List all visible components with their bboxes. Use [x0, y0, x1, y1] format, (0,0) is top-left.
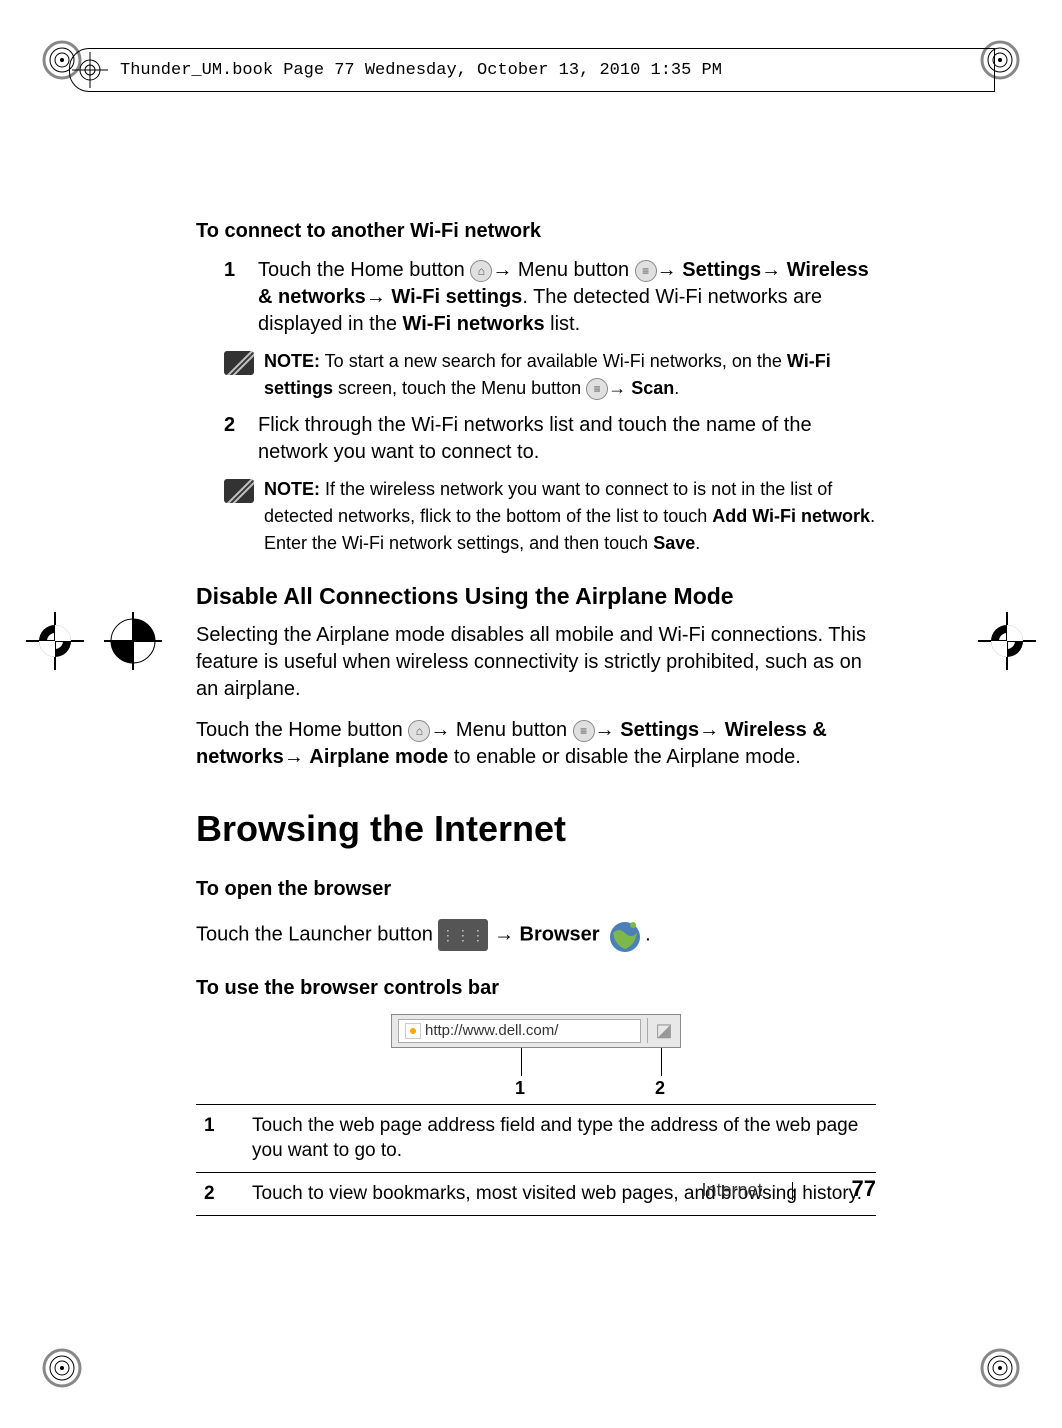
- step-2: 2 Flick through the Wi-Fi networks list …: [196, 412, 876, 466]
- url-text: http://www.dell.com/: [425, 1021, 558, 1041]
- callout-2: 2: [655, 1076, 665, 1100]
- launcher-button-icon: [438, 919, 488, 951]
- registration-mark-icon: [26, 612, 84, 670]
- registration-mark-icon: [978, 612, 1036, 670]
- note-icon: [224, 351, 254, 375]
- table-text: Touch the web page address field and typ…: [252, 1113, 876, 1164]
- url-address-field: http://www.dell.com/: [398, 1019, 641, 1043]
- paragraph: Touch the Launcher button → Browser .: [196, 915, 876, 955]
- print-header-text: Thunder_UM.book Page 77 Wednesday, Octob…: [120, 61, 722, 80]
- page-footer: Internet 77: [196, 1176, 876, 1202]
- menu-button-icon: ≡: [586, 378, 608, 400]
- paragraph: Selecting the Airplane mode disables all…: [196, 622, 876, 703]
- browser-globe-icon: [605, 915, 645, 955]
- heading-browser-controls: To use the browser controls bar: [196, 975, 876, 1002]
- registration-target-icon: [42, 1348, 82, 1388]
- step-number: 2: [224, 412, 258, 466]
- table-number: 1: [196, 1113, 252, 1164]
- favicon-icon: [405, 1023, 421, 1039]
- heading-airplane-mode: Disable All Connections Using the Airpla…: [196, 581, 876, 612]
- header-target-icon: [72, 52, 108, 88]
- step-1: 1 Touch the Home button ⌂→ Menu button ≡…: [196, 257, 876, 338]
- paragraph: Touch the Home button ⌂→ Menu button ≡→ …: [196, 717, 876, 771]
- note-icon: [224, 479, 254, 503]
- heading-browsing-internet: Browsing the Internet: [196, 805, 876, 854]
- registration-mark-icon: [104, 612, 162, 670]
- step-number: 1: [224, 257, 258, 338]
- browser-controls-bar-figure: http://www.dell.com/ ◪ 1 2: [391, 1014, 681, 1048]
- home-button-icon: ⌂: [470, 260, 492, 282]
- step-body: Flick through the Wi-Fi networks list an…: [258, 412, 876, 466]
- bookmark-icon: ◪: [647, 1018, 680, 1042]
- callout-1: 1: [515, 1076, 525, 1100]
- home-button-icon: ⌂: [408, 720, 430, 742]
- note-1: NOTE: To start a new search for availabl…: [196, 348, 876, 402]
- heading-open-browser: To open the browser: [196, 876, 876, 903]
- menu-button-icon: ≡: [635, 260, 657, 282]
- footer-section: Internet: [701, 1180, 762, 1200]
- step-body: Touch the Home button ⌂→ Menu button ≡→ …: [258, 257, 876, 338]
- menu-button-icon: ≡: [573, 720, 595, 742]
- page-number: 77: [852, 1176, 876, 1201]
- registration-target-icon: [980, 1348, 1020, 1388]
- print-header-bar: Thunder_UM.book Page 77 Wednesday, Octob…: [69, 48, 995, 92]
- table-row: 1 Touch the web page address field and t…: [196, 1104, 876, 1172]
- note-body: NOTE: To start a new search for availabl…: [264, 348, 876, 402]
- note-body: NOTE: If the wireless network you want t…: [264, 476, 876, 557]
- page-content: To connect to another Wi-Fi network 1 To…: [196, 218, 876, 1216]
- note-2: NOTE: If the wireless network you want t…: [196, 476, 876, 557]
- heading-connect-wifi: To connect to another Wi-Fi network: [196, 218, 876, 245]
